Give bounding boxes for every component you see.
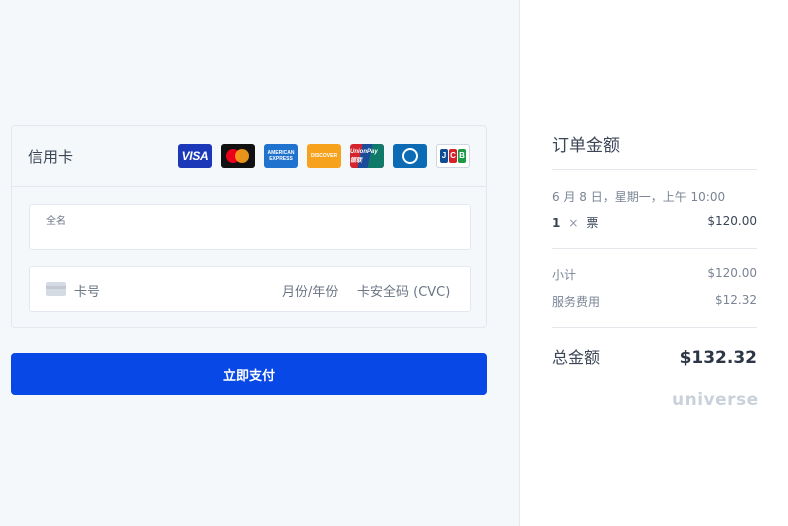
mastercard-logo-icon bbox=[221, 144, 255, 168]
card-panel-header: 信用卡 VISA AMERICAN EXPRESS DISCOVER Union… bbox=[12, 126, 486, 187]
order-summary-panel: 订单金额 6 月 8 日，星期一，上午 10:00 1 × 票 $120.00 小计… bbox=[519, 0, 788, 526]
card-brand-list: VISA AMERICAN EXPRESS DISCOVER UnionPay … bbox=[178, 144, 470, 168]
credit-card-panel: 信用卡 VISA AMERICAN EXPRESS DISCOVER Union… bbox=[11, 125, 487, 328]
total-label: 总金额 bbox=[552, 348, 601, 367]
total-value: $132.32 bbox=[679, 348, 757, 368]
event-date: 6 月 8 日，星期一，上午 10:00 bbox=[552, 190, 726, 204]
subtotal-label: 小计 bbox=[552, 268, 577, 282]
times-sign: × bbox=[568, 216, 579, 230]
diners-club-logo-icon bbox=[393, 144, 427, 168]
discover-logo-icon: DISCOVER bbox=[307, 144, 341, 168]
full-name-label: 全名 bbox=[46, 216, 66, 227]
service-fee-label: 服务费用 bbox=[552, 295, 601, 309]
card-details-field[interactable]: 卡号 月份/年份 卡安全码 (CVC) bbox=[29, 266, 471, 312]
amex-logo-icon: AMERICAN EXPRESS bbox=[264, 144, 298, 168]
item-price: $120.00 bbox=[707, 214, 757, 228]
card-number-input[interactable]: 卡号 bbox=[74, 281, 100, 300]
subtotal-row: 小计 $120.00 bbox=[552, 266, 757, 283]
universe-logo: universe bbox=[672, 390, 759, 410]
line-item: 1 × 票 $120.00 bbox=[552, 214, 757, 231]
item-quantity: 1 bbox=[552, 216, 561, 230]
divider bbox=[552, 169, 757, 170]
divider bbox=[552, 248, 757, 249]
full-name-field[interactable]: 全名 bbox=[29, 204, 471, 250]
line-item-desc: 1 × 票 bbox=[552, 214, 598, 231]
expiry-date-input[interactable]: 月份/年份 bbox=[282, 281, 338, 300]
payment-method-label: 信用卡 bbox=[28, 147, 74, 166]
payment-section: 信用卡 VISA AMERICAN EXPRESS DISCOVER Union… bbox=[0, 0, 519, 526]
divider bbox=[552, 327, 757, 328]
cvc-input[interactable]: 卡安全码 (CVC) bbox=[357, 281, 450, 300]
service-fee-row: 服务费用 $12.32 bbox=[552, 293, 757, 310]
visa-logo-icon: VISA bbox=[178, 144, 212, 168]
item-name: 票 bbox=[586, 216, 599, 230]
jcb-logo-icon: J C B bbox=[436, 144, 470, 168]
pay-now-button[interactable]: 立即支付 bbox=[11, 353, 487, 395]
order-summary-title: 订单金额 bbox=[552, 136, 620, 156]
service-fee-value: $12.32 bbox=[715, 293, 757, 307]
unionpay-logo-icon: UnionPay 银联 bbox=[350, 144, 384, 168]
subtotal-value: $120.00 bbox=[707, 266, 757, 280]
credit-card-icon bbox=[46, 282, 66, 296]
total-row: 总金额 $132.32 bbox=[552, 344, 757, 368]
